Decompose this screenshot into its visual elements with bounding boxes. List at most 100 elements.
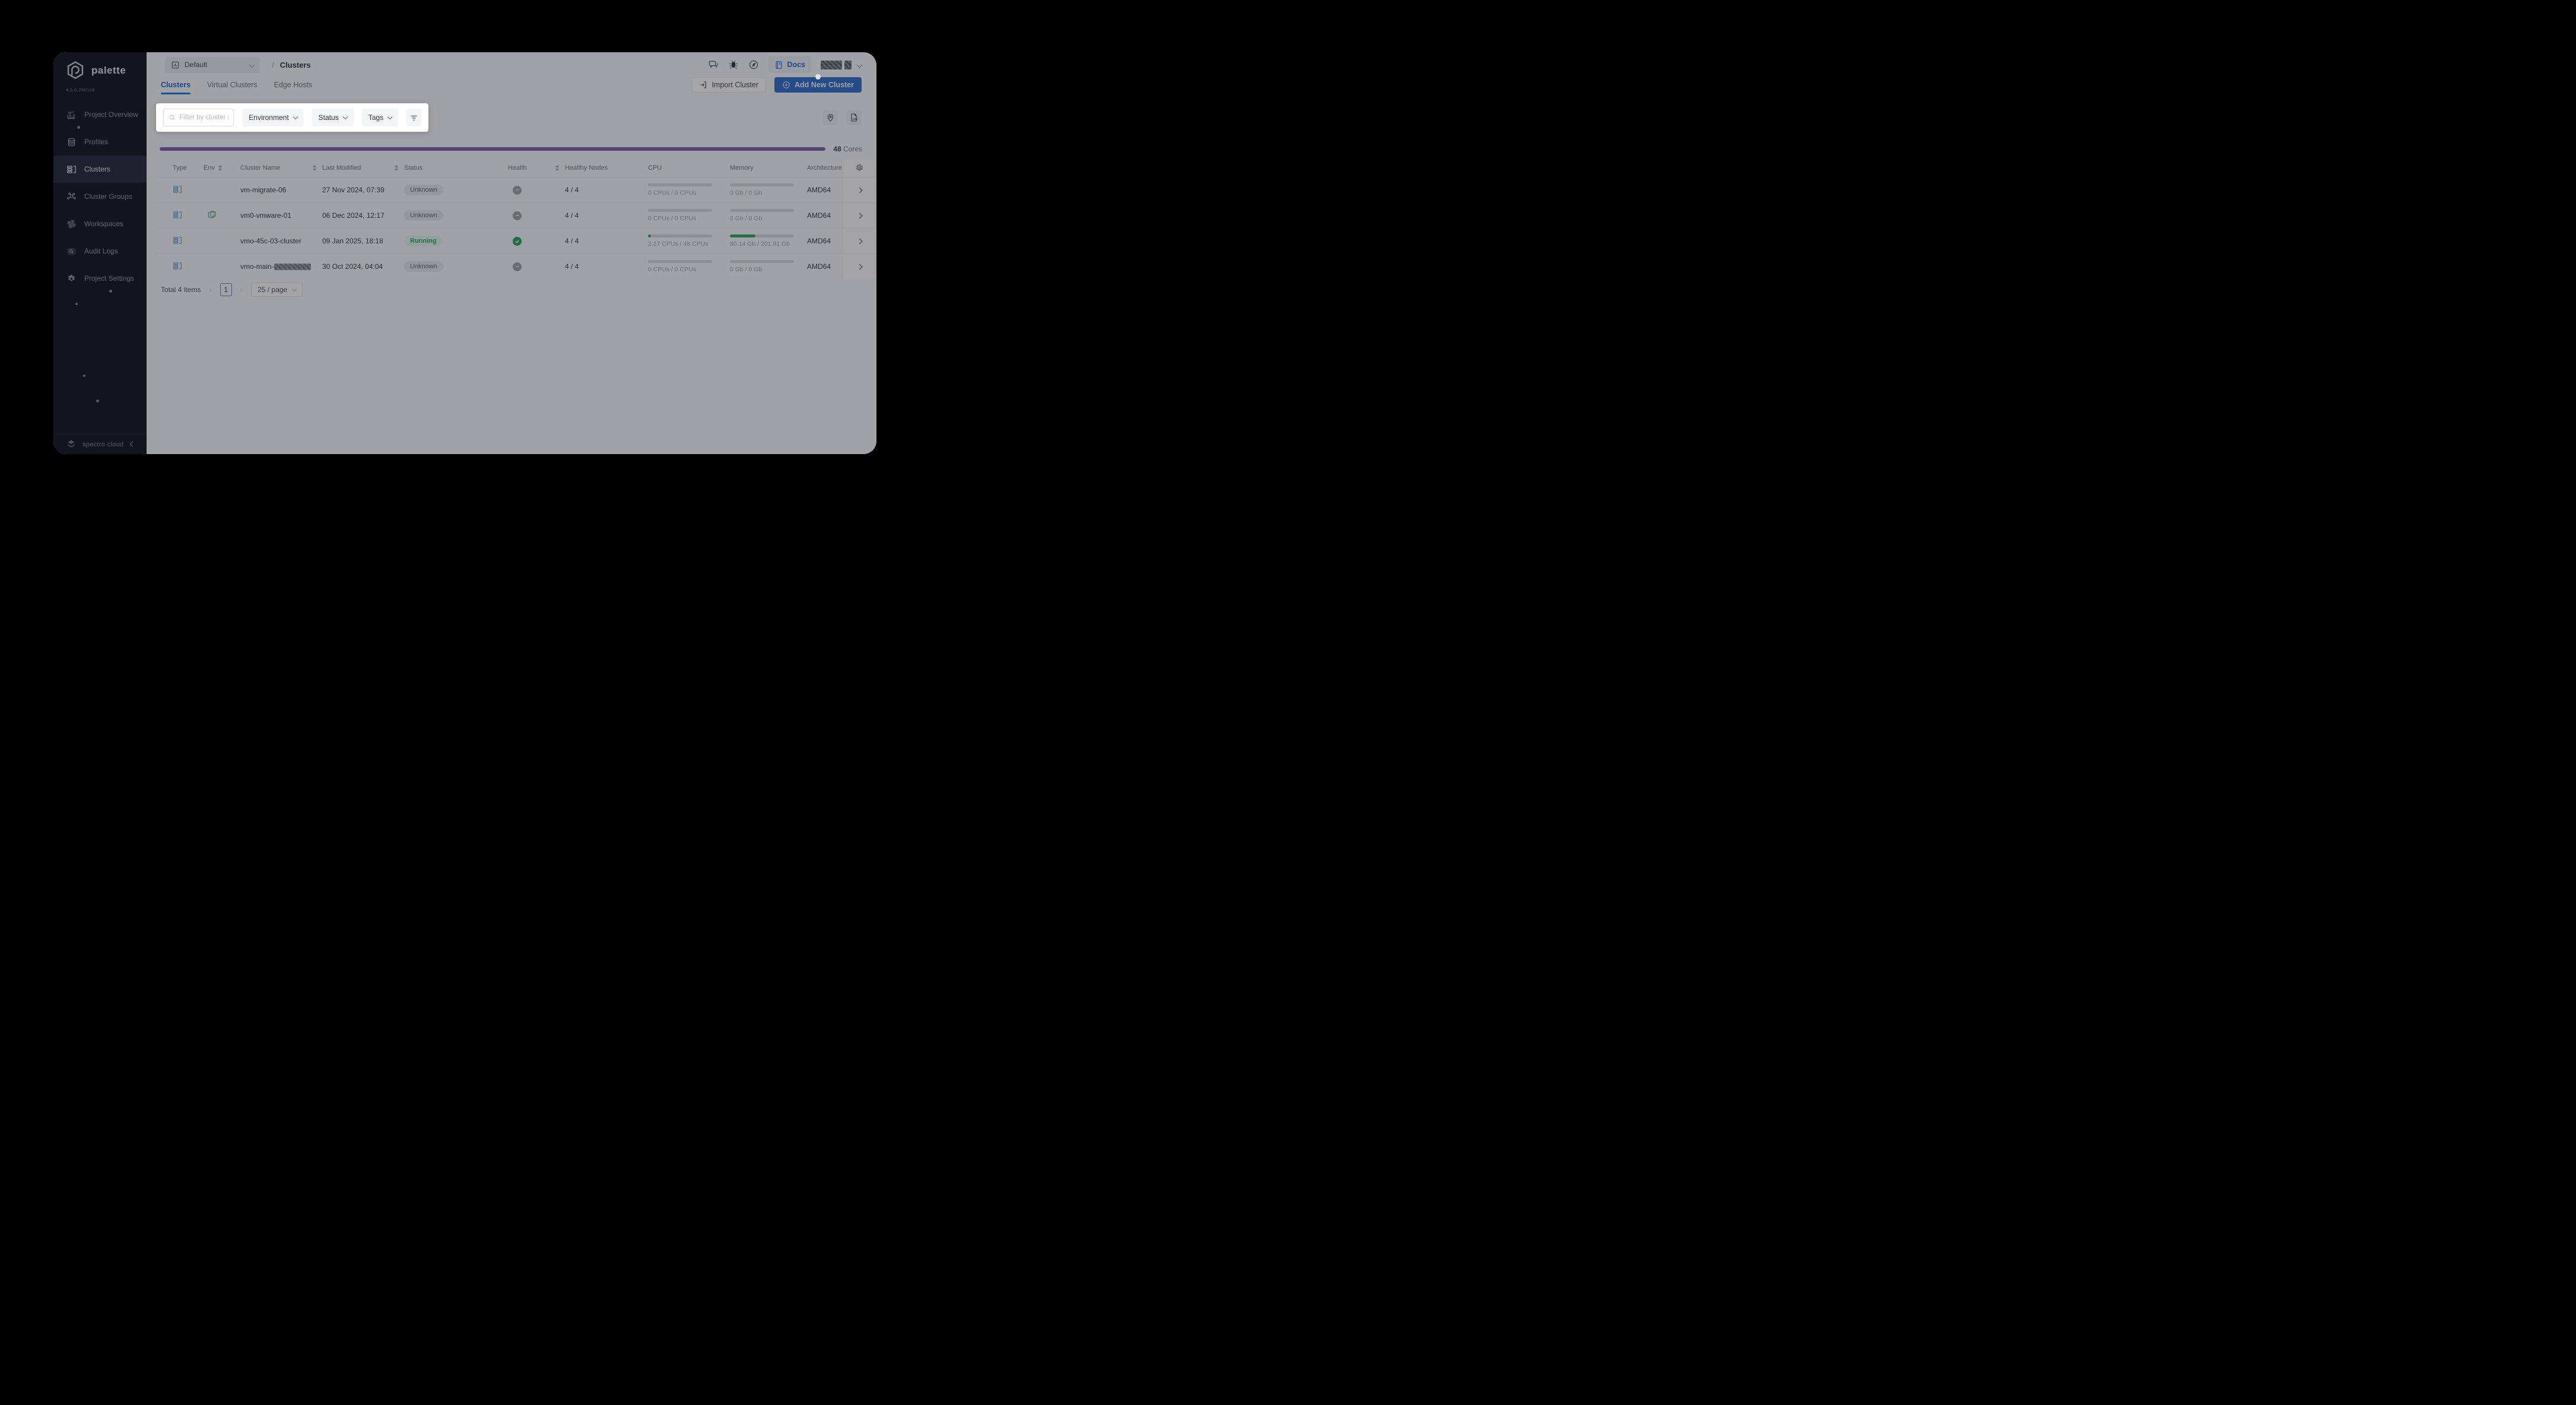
beacon-dot [77,126,80,129]
health-unknown-icon [513,262,522,271]
collapse-sidebar-icon[interactable] [129,441,136,448]
cluster-name[interactable]: vmo-main- [234,262,316,271]
bug-report-icon[interactable] [728,59,739,70]
cluster-name-redacted [274,264,311,271]
healthy-nodes: 4 / 4 [565,211,579,220]
table-row[interactable]: vm-migrate-06 27 Nov 2024, 07:39 Unknown… [156,177,876,202]
col-header-health[interactable]: Health [502,164,559,172]
chevron-down-icon [856,62,863,68]
sidebar-item-label: Clusters [84,165,111,173]
healthy-nodes: 4 / 4 [565,237,579,245]
map-view-button[interactable] [822,110,838,125]
row-expand-chevron-icon[interactable] [856,187,862,193]
sidebar-item-project-settings[interactable]: Project Settings [53,265,147,292]
architecture: AMD64 [807,262,831,271]
sidebar-item-workspaces[interactable]: Workspaces [53,210,147,237]
breadcrumb: Clusters [279,60,311,69]
total-items: Total 4 items [161,286,201,294]
tab-virtual-clusters[interactable]: Virtual Clusters [207,77,258,89]
row-expand-chevron-icon[interactable] [856,264,862,269]
col-header-settings[interactable] [841,159,876,177]
table-row[interactable]: vm0-vmware-01 06 Dec 2024, 12:17 Unknown… [156,202,876,228]
col-header-cpu[interactable]: CPU [642,164,724,172]
memory-usage: 0 Gb / 0 Gb [730,260,803,273]
chevron-down-icon [249,62,255,68]
cluster-name[interactable]: vm-migrate-06 [234,186,316,194]
compass-icon[interactable] [748,59,759,70]
tour-beacon-dot [815,74,821,80]
table-header: Type Env Cluster Name Last Modified Stat… [156,159,876,177]
search-input[interactable] [179,114,229,121]
sidebar-item-label: Project Overview [84,110,138,119]
sidebar-item-project-overview[interactable]: Project Overview [53,101,147,128]
col-header-nodes[interactable]: Healthy Nodes [559,164,642,172]
cpu-usage: 0 CPUs / 0 CPUs [648,209,724,222]
location-pin-icon [827,113,833,122]
tags-filter-label: Tags [368,113,384,122]
sidebar-item-cluster-groups[interactable]: Cluster Groups [53,183,147,210]
cores-usage-label: 48 Cores [833,145,862,153]
col-header-env[interactable]: Env [198,164,234,172]
col-header-modified[interactable]: Last Modified [316,164,398,172]
project-selector[interactable]: Default [165,56,260,73]
sidebar-item-profiles[interactable]: Profiles [53,128,147,156]
search-icon [169,115,175,120]
user-menu[interactable] [821,60,863,69]
chevron-down-icon [387,114,393,119]
import-icon [700,81,707,88]
architecture: AMD64 [807,186,831,194]
last-modified: 27 Nov 2024, 07:39 [322,186,385,194]
tab-edge-hosts[interactable]: Edge Hosts [274,77,313,89]
feedback-icon[interactable] [708,59,719,70]
cluster-type-icon [173,262,182,269]
more-filters-button[interactable] [406,109,421,126]
add-new-cluster-button[interactable]: Add New Cluster [774,74,862,93]
beacon-dot [83,375,85,377]
topbar: Default / Clusters Docs [147,52,876,77]
tab-clusters[interactable]: Clusters [161,77,191,94]
col-header-architecture[interactable]: Architecture [803,164,841,172]
docs-button[interactable]: Docs [768,56,811,73]
sidebar-item-audit-logs[interactable]: Audit Logs [53,237,147,265]
import-cluster-button[interactable]: Import Cluster [691,77,766,93]
sidebar-item-clusters[interactable]: Clusters [53,156,147,183]
col-header-memory[interactable]: Memory [724,164,803,172]
tags-filter[interactable]: Tags [361,109,399,126]
beacon-dot [75,303,78,305]
memory-usage: 0 Gb / 0 Gb [730,209,803,222]
cluster-type-icon [173,185,182,193]
chevron-down-icon [293,114,298,119]
table-row[interactable]: vmo-45c-03-cluster 09 Jan 2025, 18:18 Ru… [156,228,876,253]
prev-page-button[interactable]: ‹ [209,286,211,294]
export-csv-button[interactable]: CSV [846,110,862,125]
spectrocloud-brand: spectro cloud [82,440,124,448]
cluster-actions: Import Cluster Add New Cluster [691,74,862,93]
cluster-name[interactable]: vm0-vmware-01 [234,211,316,220]
row-expand-chevron-icon[interactable] [856,213,862,218]
col-header-status[interactable]: Status [398,164,502,172]
col-header-type[interactable]: Type [156,164,198,172]
page-number[interactable]: 1 [220,283,232,296]
user-name-redacted [821,60,842,69]
status-filter[interactable]: Status [312,109,354,126]
last-modified: 30 Oct 2024, 04:04 [322,262,383,271]
cluster-name[interactable]: vmo-45c-03-cluster [234,237,316,245]
table-row[interactable]: vmo-main- 30 Oct 2024, 04:04 Unknown 4 /… [156,253,876,279]
tabs-row: Clusters Virtual Clusters Edge Hosts Imp… [147,74,876,96]
beacon-dot [96,399,99,402]
cluster-search[interactable] [163,109,234,126]
env-vsphere-icon [208,211,217,218]
next-page-button[interactable]: › [240,286,243,294]
col-header-name[interactable]: Cluster Name [234,164,316,172]
filter-bar: Environment Status Tags [156,103,428,132]
import-cluster-label: Import Cluster [712,81,758,89]
healthy-nodes: 4 / 4 [565,262,579,271]
layers-icon [68,138,75,146]
sidebar-footer: spectro cloud [53,434,147,454]
health-unknown-icon [513,185,522,195]
page-size-select[interactable]: 25 / page [251,283,303,297]
environment-filter[interactable]: Environment [242,109,304,126]
row-expand-chevron-icon[interactable] [856,238,862,244]
filter-lines-icon [411,115,417,120]
cluster-type-icon [173,211,182,218]
